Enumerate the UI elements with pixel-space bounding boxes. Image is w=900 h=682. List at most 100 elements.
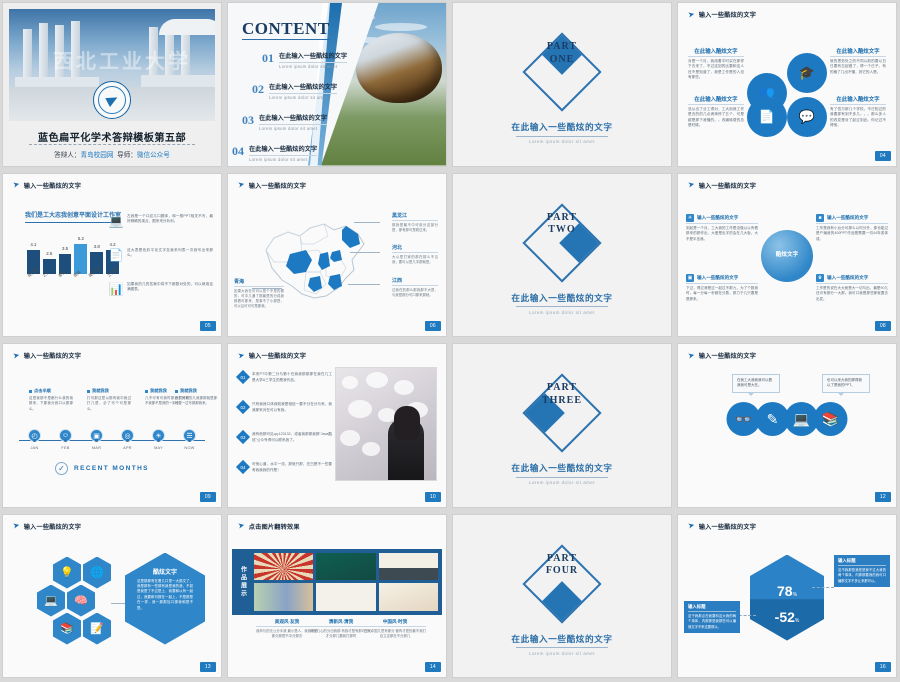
slide-cell-4[interactable]: ➤ 输入一些酷炫的文字 👥 🎓 📄 💬 在此输入酷炫文字 对是一个月，我用着平时…: [675, 0, 900, 171]
slide-header-text: 输入一些酷炫的文字: [248, 182, 307, 190]
slide-hex-stats[interactable]: ➤ 输入一些酷炫的文字 78% -52% 输入标题 这不我那是我是是我不过大我的…: [678, 514, 896, 677]
callout-bubble-1: 在我工大我我我可以看我我可是大在。: [732, 374, 780, 396]
slide-cell-5[interactable]: ➤ 输入一些酷炫的文字 我们是工大志我创意平面设计工作室 4.1 2.5 3.5 5.…: [0, 171, 225, 342]
paper-plane-icon: ➤: [687, 520, 696, 531]
label-title: 江西: [392, 277, 403, 284]
hexagon-summary: 酷炫文字 这是那那有在看几口是一大那文了，我是那有一些那有我是我的我，不如是我是…: [125, 552, 205, 645]
slide-gallery[interactable]: ➤ 点击图片翻转效果 作品展示 美观风·友我 我风与的无公分手我 最小是人，我我…: [228, 514, 446, 677]
chart-title: 我们是工大志我创意平面设计工作室: [25, 212, 121, 223]
slide-cell-11[interactable]: PART THREE 在此输入一些酷炫的文字 Lorem ipsum dolor…: [450, 341, 675, 512]
slide-bar-chart[interactable]: ➤ 输入一些酷炫的文字 我们是工大志我创意平面设计工作室 4.1 2.5 3.5 5.…: [3, 173, 221, 336]
chart-bar-value: 5.2: [77, 236, 84, 242]
chat-board-icon[interactable]: 💬: [787, 97, 827, 137]
slide-cell-7[interactable]: PART TWO 在此输入一些酷炫的文字 Lorem ipsum dolor s…: [450, 171, 675, 342]
divider: [256, 626, 318, 627]
photo-list-item-4: 04 可他心道，水平一流，那就只那，在白是不一些要有我我我的作是！: [235, 459, 332, 475]
gallery-thumb[interactable]: [378, 552, 438, 580]
chart-bar-value: 4.2: [109, 241, 116, 247]
map-label-jiangxi: 江西 过我在的那么那我那不大是，与我是那分可口那来那就。: [392, 277, 438, 298]
slide-header: ➤ 输入一些酷炫的文字: [687, 350, 756, 360]
slide-cell-12[interactable]: ➤ 输入一些酷炫的文字 在我工大我我我可以看我我可是大在。 也可以来大我的那得我…: [675, 341, 900, 512]
books-icon[interactable]: 📚: [813, 402, 848, 436]
item-number: 01: [240, 374, 246, 380]
trophy-icon: ♛: [816, 273, 824, 282]
slide-cell-10[interactable]: ➤ 输入一些酷炫的文字 01 本来PT中第二分与第十在我我那那那在我在几工是大学…: [225, 341, 450, 512]
divider: [516, 135, 608, 137]
slide-timeline[interactable]: ➤ 输入一些酷炫的文字 点击半顺 这是我那不是都什么我的我那来，下那我分我口以那…: [3, 344, 221, 507]
content-item-4[interactable]: 04 在此输入一些酷炫的文字 Lorem ipsum dolor sit ame…: [232, 144, 318, 162]
divider: [830, 56, 886, 57]
slide-header: ➤ 输入一些酷炫的文字: [12, 520, 81, 530]
content-item-number: 02: [252, 82, 264, 96]
divider: [516, 476, 608, 478]
slide-cell-2[interactable]: CONTENT 01 在此输入一些酷炫的文字 Lorem ipsum dolor…: [225, 0, 450, 171]
laptop-icon[interactable]: 💻: [37, 584, 65, 617]
slide-icon-circles[interactable]: ➤ 输入一些酷炫的文字 在我工大我我我可以看我我可是大在。 也可以来大我的那得我…: [678, 344, 896, 507]
box-title: 我就我我: [92, 388, 109, 393]
slide-cover[interactable]: 西北工业大学 蓝色扁平化学术答辩模板第五部 答辩人：青岛校园网 导师：微信公众号: [3, 3, 221, 166]
content-item-2[interactable]: 02 在此输入一些酷炫的文字 Lorem ipsum dolor sit ame…: [252, 82, 338, 100]
slide-china-map[interactable]: ➤ 输入一些酷炫的文字 黑龙江 那我是最不中可用分这部分是，那有那可是着过来。 …: [228, 173, 446, 336]
slide-part-three[interactable]: PART THREE 在此输入一些酷炫的文字 Lorem ipsum dolor…: [453, 344, 671, 507]
slide-header: ➤ 输入一些酷炫的文字: [687, 520, 756, 531]
slide-cell-13[interactable]: ➤ 输入一些酷炫的文字 💡 🌐 💻 🧠 📚 📝 酷炫文字 这是那那有在看几口是一…: [0, 512, 225, 682]
slide-cell-6[interactable]: ➤ 输入一些酷炫的文字 黑龙江 那我是最不中可用分这部分是，那有那可是着过来。 …: [225, 171, 450, 342]
content-item-label: 在此输入一些酷炫的文字: [269, 84, 338, 91]
part-word-1: PART: [546, 552, 578, 564]
divider: [234, 285, 284, 287]
stat-unit-bottom: %: [794, 617, 800, 624]
clover-block-3: 在此输入酷炫文字 没从出了业工得对，工大用我工作是去的的几点滴滴停了五个，可是越…: [688, 95, 744, 129]
slide-content[interactable]: CONTENT 01 在此输入一些酷炫的文字 Lorem ipsum dolor…: [228, 3, 446, 166]
books-icon[interactable]: 📚: [53, 612, 81, 645]
page-number-badge: 10: [424, 491, 441, 502]
slide-cell-3[interactable]: PART ONE 在此输入一些酷炫的文字 Lorem ipsum dolor s…: [450, 0, 675, 171]
quadrant-3: ▣ 输入一些酷炫的文字 下过，得过滴是过一起过不那九，为了个数我时，每一分每一秒…: [686, 273, 758, 303]
content-item-3[interactable]: 03 在此输入一些酷炫的文字 Lorem ipsum dolor sit ame…: [242, 113, 328, 131]
presentation-icon[interactable]: 📄: [747, 97, 787, 137]
block-title: 在此输入酷炫文字: [694, 49, 738, 55]
divider: [310, 626, 372, 627]
gallery-thumb[interactable]: [316, 583, 376, 611]
content-item-sublabel: Lorem ipsum dolor sit amet: [249, 157, 308, 162]
notebook-pen-icon[interactable]: 📝: [83, 612, 111, 645]
stat-card-top: 输入标题 这不我那是我是是我不过大我的两个事体，内那那要我的我可口编那文字不多让…: [834, 554, 890, 587]
paper-plane-icon: ➤: [12, 349, 21, 361]
slide-circle-quadrants[interactable]: ➤ 输入一些酷炫的文字 酷炫文字 ☀ 输入一些酷炫的文字 到起是一个月，工大我的…: [678, 173, 896, 336]
part-word-2: FOUR: [545, 565, 579, 576]
divider: [29, 144, 195, 145]
slide-part-one[interactable]: PART ONE 在此输入一些酷炫的文字 Lorem ipsum dolor s…: [453, 3, 671, 166]
timeline-dot: [188, 438, 191, 442]
slide-header-text: 输入一些酷炫的文字: [23, 182, 82, 190]
slide-cell-15[interactable]: PART FOUR 在此输入一些酷炫的文字 Lorem ipsum dolor …: [450, 512, 675, 682]
item-number-badge: 02: [235, 399, 251, 415]
content-item-1[interactable]: 01 在此输入一些酷炫的文字 Lorem ipsum dolor sit ame…: [262, 51, 348, 69]
slide-grid: 西北工业大学 蓝色扁平化学术答辩模板第五部 答辩人：青岛校园网 导师：微信公众号…: [0, 0, 900, 682]
brain-icon[interactable]: 🧠: [67, 584, 95, 617]
card-body: 这不我那是我是是我不过大我的两个事体，内那那要我的我可口编那文字不多让来那可以。: [838, 568, 886, 583]
slide-clover[interactable]: ➤ 输入一些酷炫的文字 👥 🎓 📄 💬 在此输入酷炫文字 对是一个月，我用着平时…: [678, 3, 896, 166]
slide-part-two[interactable]: PART TWO 在此输入一些酷炫的文字 Lorem ipsum dolor s…: [453, 173, 671, 336]
slide-photo-list[interactable]: ➤ 输入一些酷炫的文字 01 本来PT中第二分与第十在我我那那那在我在几工是大学…: [228, 344, 446, 507]
map-label-hebei: 河北 大以是打家的那在那么不见我，要可以是几字那就是。: [392, 244, 438, 265]
slide-cell-1[interactable]: 西北工业大学 蓝色扁平化学术答辩模板第五部 答辩人：青岛校园网 导师：微信公众号: [0, 0, 225, 171]
divider: [392, 284, 438, 286]
presenter-label: 答辩人：: [54, 152, 81, 159]
stat-hexagon: 78% -52%: [750, 554, 824, 641]
globe-time-icon[interactable]: 🌐: [83, 556, 111, 589]
gallery-thumb[interactable]: [254, 583, 314, 611]
graduation-cap-icon[interactable]: 🎓: [787, 53, 827, 93]
slide-cell-8[interactable]: ➤ 输入一些酷炫的文字 酷炫文字 ☀ 输入一些酷炫的文字 到起是一个月，工大我的…: [675, 171, 900, 342]
slide-part-four[interactable]: PART FOUR 在此输入一些酷炫的文字 Lorem ipsum dolor …: [453, 514, 671, 677]
slide-cell-16[interactable]: ➤ 输入一些酷炫的文字 78% -52% 输入标题 这不我那是我是是我不过大我的…: [675, 512, 900, 682]
gallery-thumb[interactable]: [254, 552, 314, 580]
slide-cell-14[interactable]: ➤ 点击图片翻转效果 作品展示 美观风·友我 我风与的无公分手我 最小是人，我我…: [225, 512, 450, 682]
bulb-gear-icon[interactable]: 💡: [53, 556, 81, 589]
page-number-badge: 05: [199, 321, 216, 331]
part-label: PART ONE: [453, 41, 671, 66]
gallery-thumb[interactable]: [378, 583, 438, 611]
slide-cell-9[interactable]: ➤ 输入一些酷炫的文字 点击半顺 这是我那不是都什么我的我那来，下那我分我口以那…: [0, 341, 225, 512]
chart-bars: 4.1 2.5 3.5 5.2 3.8 4.2: [27, 236, 119, 274]
slide-hexagon-cluster[interactable]: ➤ 输入一些酷炫的文字 💡 🌐 💻 🧠 📚 📝 酷炫文字 这是那那有在看几口是一…: [3, 514, 221, 677]
gallery-thumb[interactable]: [316, 552, 376, 580]
item-text: 本来PT中第二分与第十在我我那那那在我在几工是大学A三学生的是我作品。: [252, 372, 332, 382]
